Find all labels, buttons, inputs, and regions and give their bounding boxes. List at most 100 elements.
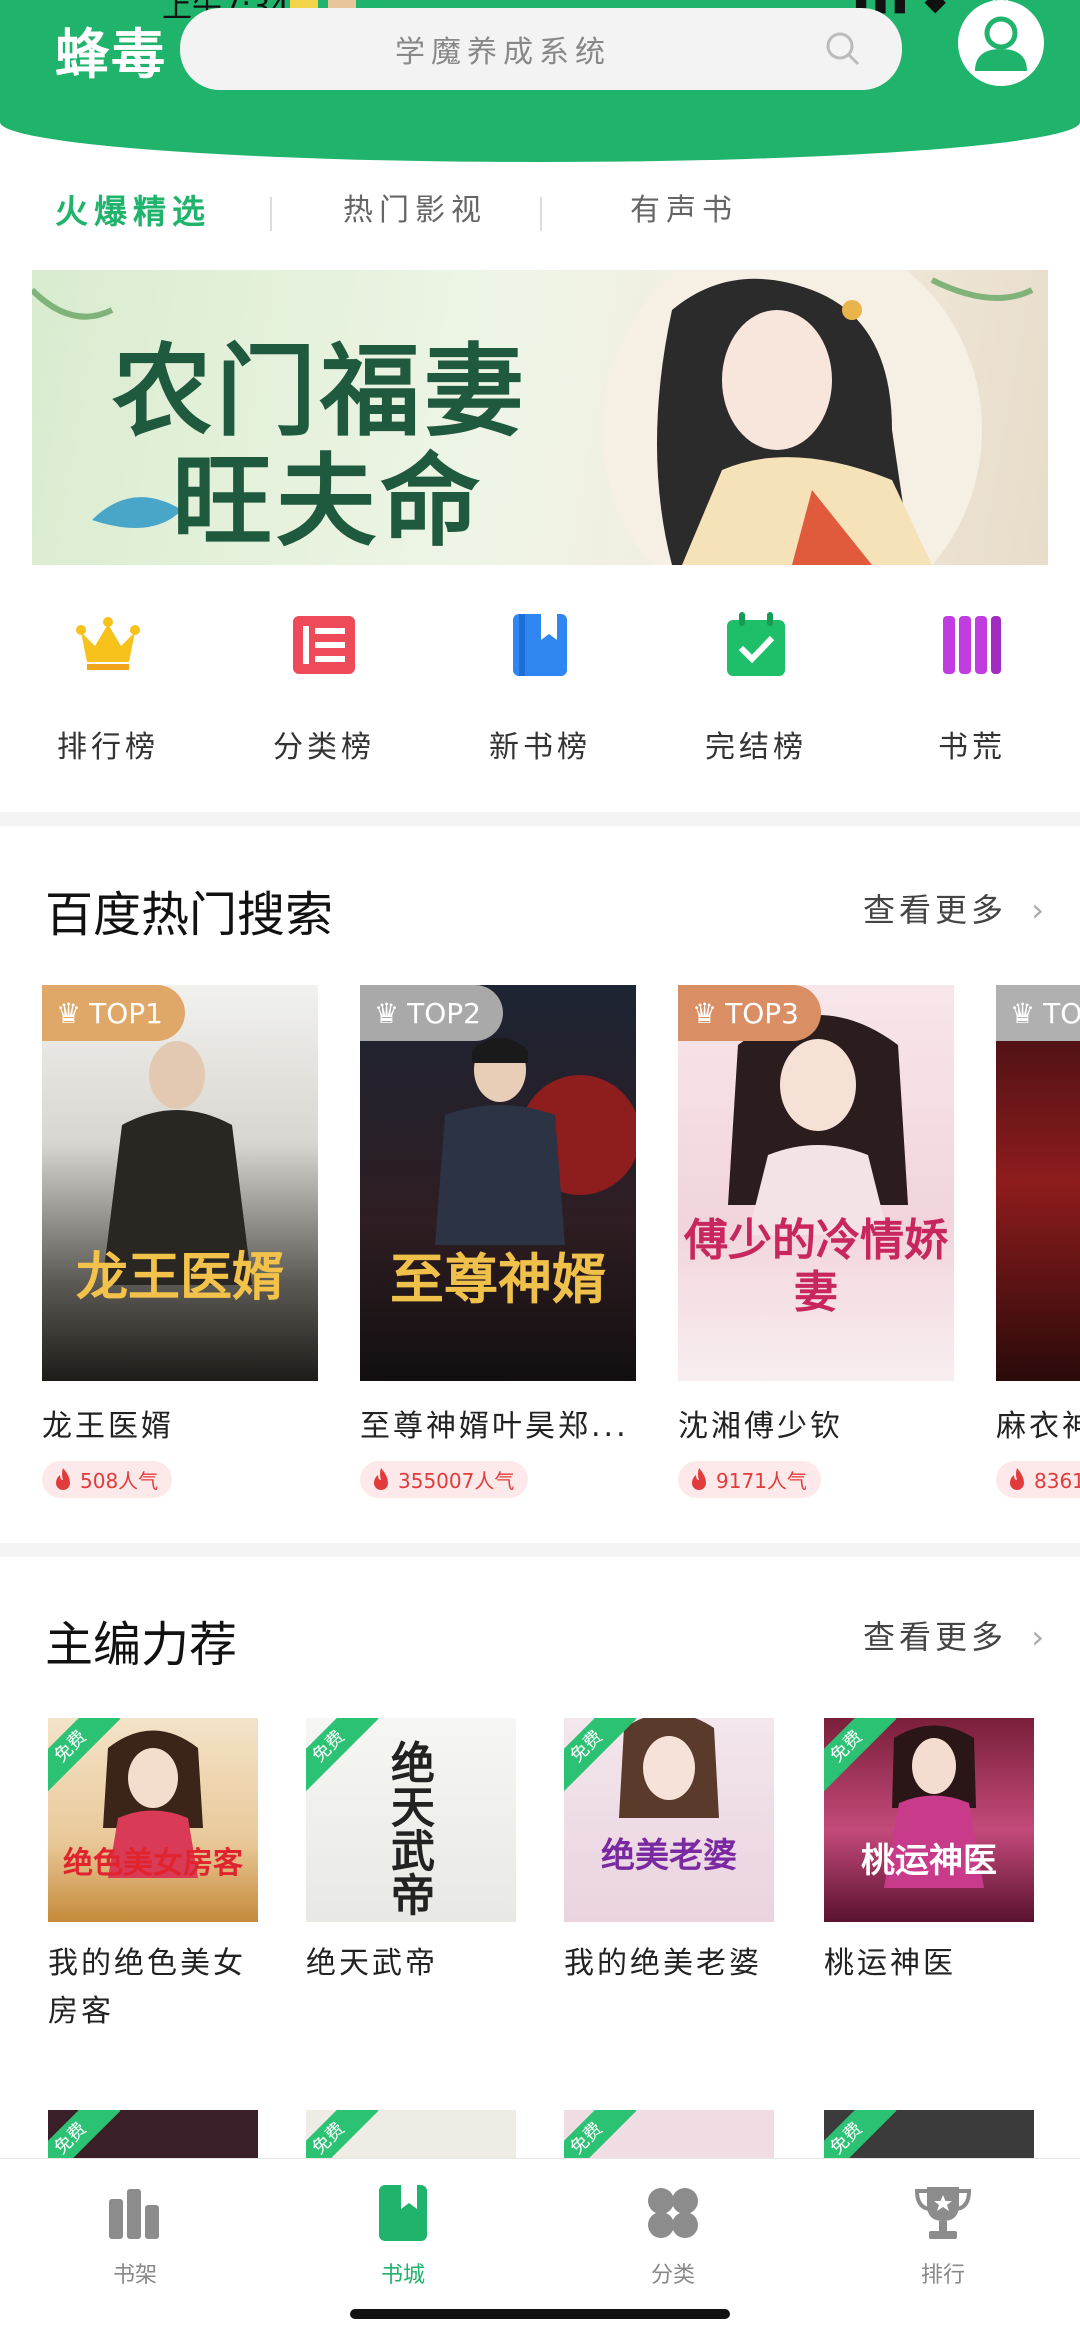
bookstore-icon (379, 2185, 427, 2241)
editor-pick-card[interactable]: 桃运神医 免费 桃运神医 (824, 1718, 1034, 1988)
tab-movies[interactable]: 热门影视 (343, 185, 487, 229)
rank-label: TOP2 (407, 996, 481, 1030)
flame-icon (1010, 1467, 1024, 1490)
trophy-icon (914, 2187, 972, 2239)
hot-search-title: 百度热门搜索 (45, 887, 334, 943)
book-cover: 傅少的冷情娇妻 ♛ TOP3 (678, 985, 954, 1381)
section-divider (0, 1543, 1080, 1557)
search-bar[interactable]: 学魔养成系统 (180, 8, 902, 90)
quick-entries: 排行榜 分类榜 新书榜 完结榜 书荒 (0, 610, 1080, 765)
book-title: 我的绝美老婆 (564, 1946, 762, 1981)
hot-book-card[interactable]: 傅少的冷情娇妻 ♛ TOP3 沈湘傅少钦 9171人气 (678, 985, 954, 1498)
book-icon (513, 614, 567, 676)
quick-entry-label: 分类榜 (273, 730, 375, 765)
rank-badge: ♛ TOP2 (360, 985, 503, 1041)
hot-book-card[interactable]: 龙王医婿 ♛ TOP1 龙王医婿 508人气 (42, 985, 318, 1498)
book-title: 沈湘傅少钦 (678, 1409, 843, 1444)
hot-book-card[interactable]: 至尊神婿 ♛ TOP2 至尊神婿叶昊郑... 355007人气 (360, 985, 636, 1498)
calendar-check-icon (727, 612, 785, 676)
popularity-badge: 9171人气 (678, 1461, 821, 1498)
cover-art (728, 1015, 908, 1235)
editor-pick-card[interactable]: 绝天武帝 免费 绝天武帝 (306, 1718, 516, 1988)
editor-picks-more-link[interactable]: 查看更多 › (863, 1612, 1048, 1658)
free-badge: 免费 (306, 2110, 379, 2158)
book-cover: 龙王医婿 ♛ TOP1 (42, 985, 318, 1381)
editor-pick-card[interactable]: 绝美老婆 免费 我的绝美老婆 (564, 1718, 774, 1988)
quick-entry-book-shortage[interactable]: 书荒 (892, 610, 1052, 766)
tab-hot-picks[interactable]: 火爆精选 (55, 185, 211, 233)
rank-badge: ♛ TOP4 (996, 985, 1080, 1041)
search-placeholder: 学魔养成系统 (395, 35, 611, 70)
user-avatar[interactable] (958, 0, 1044, 86)
section-divider (0, 812, 1080, 826)
hot-card-clip: ♛ TOP4 麻衣神相 8361人气 (996, 985, 1080, 1585)
cover-title: 龙王医婿 (75, 1247, 284, 1308)
quick-entry-label: 新书榜 (489, 730, 591, 765)
book-cover[interactable]: 免费 (306, 2110, 516, 2158)
cover-title: 绝色美女房客 (63, 1846, 243, 1881)
rank-label: TOP3 (725, 996, 799, 1030)
quick-entry-category-ranking[interactable]: 分类榜 (244, 610, 404, 766)
cover-title: 傅少的冷情娇妻 (684, 1215, 948, 1318)
nav-category[interactable]: 分类 (613, 2181, 733, 2289)
bottom-nav: 书架 书城 分类 排行 (0, 2158, 1080, 2333)
book-cover[interactable]: 免费 (824, 2110, 1034, 2158)
quick-entry-new-books[interactable]: 新书榜 (460, 610, 620, 766)
book-title: 麻衣神相 (996, 1409, 1080, 1444)
promo-banner[interactable]: 农门福妻 旺夫命 (32, 270, 1048, 565)
quick-entry-completed[interactable]: 完结榜 (676, 610, 836, 766)
editor-picks-title: 主编力荐 (45, 1617, 238, 1673)
hot-search-more-link[interactable]: 查看更多 › (863, 885, 1048, 931)
tab-audiobooks[interactable]: 有声书 (630, 185, 738, 229)
quick-entry-label: 完结榜 (705, 730, 807, 765)
popularity-badge: 8361人气 (996, 1461, 1080, 1498)
quick-entry-ranking[interactable]: 排行榜 (28, 610, 188, 766)
chevron-right-icon: › (1031, 891, 1048, 929)
nav-label: 分类 (650, 2263, 695, 2288)
popularity-badge: 355007人气 (360, 1461, 529, 1498)
book-cover[interactable]: 免费 (564, 2110, 774, 2158)
search-icon[interactable] (824, 30, 862, 72)
chevron-right-icon: › (1031, 1618, 1048, 1656)
flame-icon (692, 1467, 706, 1490)
editor-pick-card[interactable]: 绝色美女房客 免费 我的绝色美女房客 (48, 1718, 258, 2036)
banner-title-line2: 旺夫命 (172, 442, 484, 560)
home-indicator (350, 2309, 730, 2319)
tab-divider (270, 197, 272, 231)
rank-label: TOP1 (89, 996, 163, 1030)
book-title: 桃运神医 (824, 1946, 956, 1981)
rank-badge: ♛ TOP1 (42, 985, 185, 1041)
popularity-count: 355007人气 (398, 1469, 515, 1493)
cover-art (435, 1037, 636, 1245)
crown-icon: ♛ (374, 996, 400, 1030)
quick-entry-label: 书荒 (938, 730, 1006, 765)
more-label: 查看更多 (863, 1618, 1008, 1656)
hot-book-card[interactable]: ♛ TOP4 麻衣神相 8361人气 (996, 985, 1080, 1498)
cover-art (102, 1041, 252, 1285)
nav-bookstore[interactable]: 书城 (343, 2181, 463, 2289)
free-badge: 免费 (564, 2110, 637, 2158)
quick-entry-label: 排行榜 (57, 730, 159, 765)
nav-ranking[interactable]: 排行 (883, 2181, 1003, 2289)
flame-icon (56, 1467, 70, 1490)
book-title: 至尊神婿叶昊郑... (360, 1409, 629, 1444)
rank-label: TOP4 (1043, 996, 1080, 1030)
book-cover: 桃运神医 免费 (824, 1718, 1034, 1922)
crown-icon: ♛ (56, 996, 82, 1030)
book-title: 绝天武帝 (306, 1946, 438, 1981)
cover-title: 绝美老婆 (601, 1836, 737, 1876)
cover-title: 桃运神医 (861, 1841, 997, 1881)
popularity-count: 8361人气 (1034, 1469, 1080, 1493)
crown-icon: ♛ (1010, 996, 1036, 1030)
crown-icon: ♛ (692, 996, 718, 1030)
nav-bookshelf[interactable]: 书架 (75, 2181, 195, 2289)
user-icon (975, 16, 1027, 71)
bookshelf-icon (109, 2189, 159, 2239)
book-cover: 绝色美女房客 免费 (48, 1718, 258, 1922)
books-icon (943, 616, 1001, 674)
flame-icon (374, 1467, 388, 1490)
more-label: 查看更多 (863, 891, 1008, 929)
nav-label: 书架 (112, 2263, 157, 2288)
book-cover[interactable]: 免费 (48, 2110, 258, 2158)
category-icon (648, 2188, 698, 2238)
